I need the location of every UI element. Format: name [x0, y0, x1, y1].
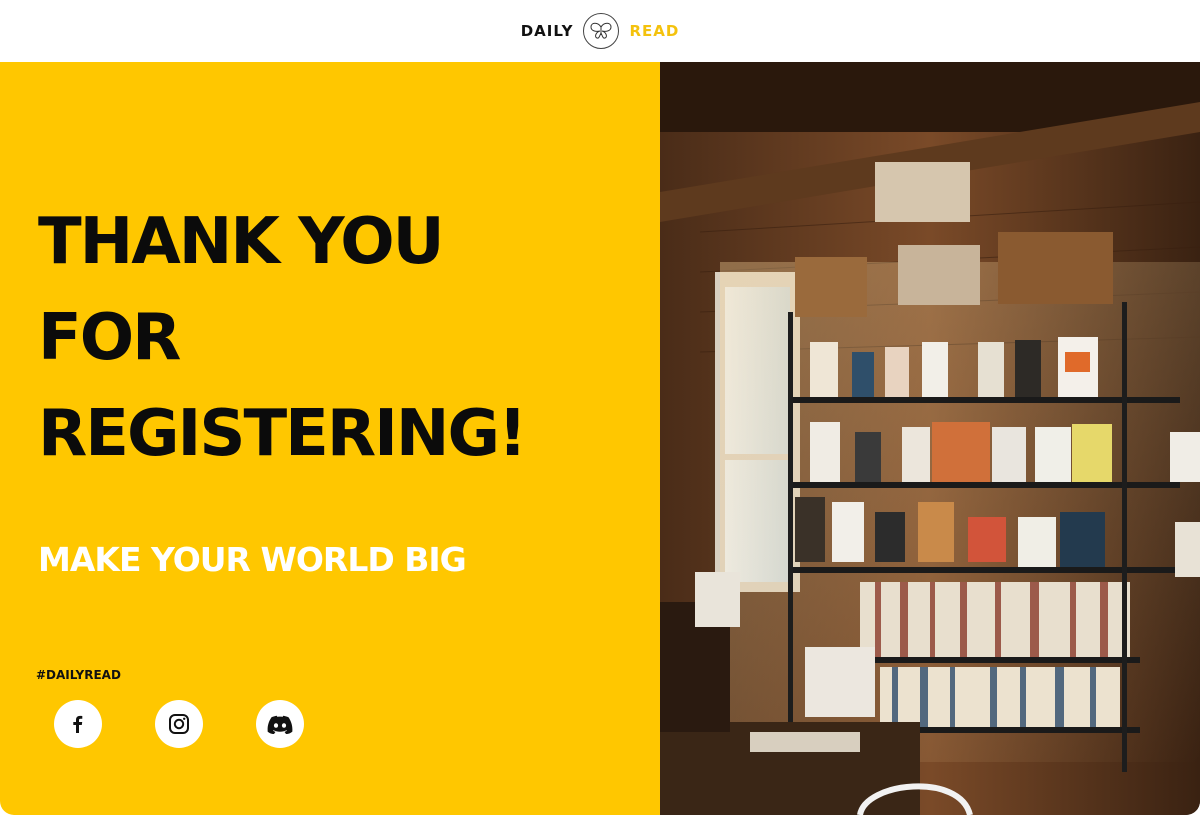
hashtag-label: #DAILYREAD: [36, 668, 121, 682]
facebook-icon: [73, 715, 83, 733]
page-frame: DAILY READ THANK YOU FOR REGISTERING! MA…: [0, 0, 1200, 815]
logo-text-daily: DAILY: [520, 22, 574, 40]
headline-line-3: REGISTERING!: [38, 397, 527, 471]
butterfly-icon: [583, 13, 620, 49]
facebook-button[interactable]: [54, 700, 102, 748]
instagram-button[interactable]: [155, 700, 203, 748]
discord-button[interactable]: [256, 700, 304, 748]
headline-line-2: FOR: [38, 301, 181, 375]
discord-icon: [267, 715, 293, 734]
thank-you-headline: THANK YOU FOR REGISTERING!: [38, 194, 638, 482]
instagram-icon: [169, 714, 189, 734]
bookstore-photo: [660, 62, 1200, 815]
logo-text-read: READ: [629, 22, 680, 40]
site-header: DAILY READ: [0, 0, 1200, 62]
tagline: MAKE YOUR WORLD BIG: [38, 540, 467, 579]
headline-line-1: THANK YOU: [38, 205, 445, 279]
hero-panel: THANK YOU FOR REGISTERING! MAKE YOUR WOR…: [0, 62, 660, 815]
site-logo[interactable]: DAILY READ: [521, 13, 680, 49]
